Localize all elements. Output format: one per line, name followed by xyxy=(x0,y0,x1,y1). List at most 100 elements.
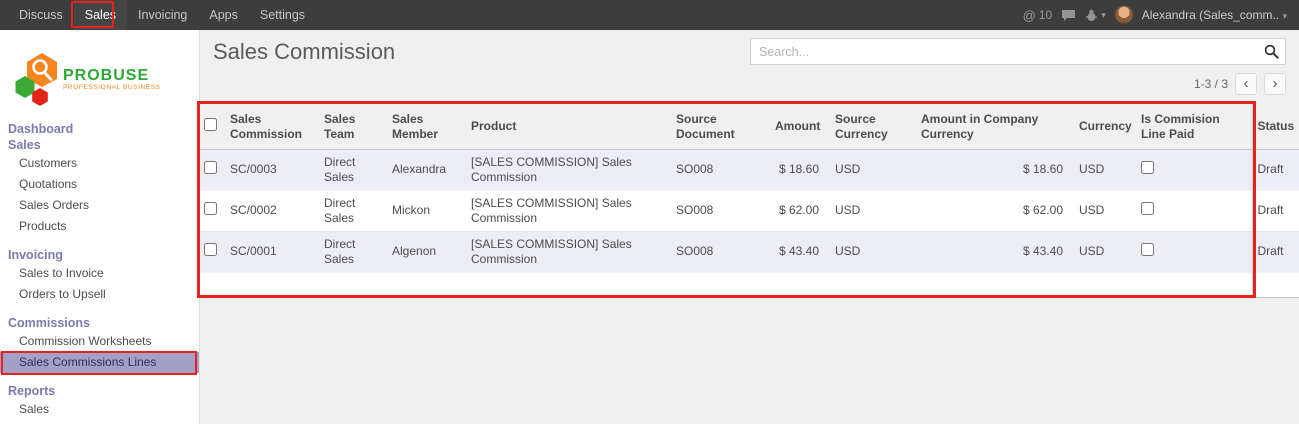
column-header-product[interactable]: Product xyxy=(463,105,668,149)
row-checkbox[interactable] xyxy=(204,161,217,174)
table-header-row: Sales Commission Sales Team Sales Member… xyxy=(200,105,1299,149)
cell-source-document: SO008 xyxy=(668,190,767,231)
column-header-sales-member[interactable]: Sales Member xyxy=(384,105,463,149)
activities-button[interactable]: ▾ xyxy=(1085,9,1106,22)
menu-invoicing[interactable]: Invoicing xyxy=(127,0,198,30)
search-input[interactable] xyxy=(751,45,1257,59)
sidebar-item-sales-orders[interactable]: Sales Orders xyxy=(0,195,199,216)
table-row[interactable]: SC/0001 Direct Sales Algenon [SALES COMM… xyxy=(200,231,1299,272)
column-header-source-currency[interactable]: Source Currency xyxy=(827,105,913,149)
user-name: Alexandra (Sales_comm.. xyxy=(1142,8,1279,22)
cell-status: Draft xyxy=(1252,149,1299,190)
is-paid-checkbox[interactable] xyxy=(1141,243,1154,256)
cell-currency: USD xyxy=(1071,149,1133,190)
cell-company-amount: $ 18.60 xyxy=(913,149,1071,190)
search-bar xyxy=(750,38,1286,65)
search-icon[interactable] xyxy=(1257,44,1285,59)
sidebar-item-products[interactable]: Products xyxy=(0,216,199,237)
menu-sales[interactable]: Sales xyxy=(74,0,127,30)
menu-discuss[interactable]: Discuss xyxy=(8,0,74,30)
cell-currency: USD xyxy=(1071,190,1133,231)
cell-amount: $ 18.60 xyxy=(767,149,827,190)
pager-previous-button[interactable]: ‹ xyxy=(1235,73,1257,95)
mention-count: 10 xyxy=(1039,8,1052,22)
sidebar-heading-invoicing[interactable]: Invoicing xyxy=(0,247,199,263)
cell-amount: $ 43.40 xyxy=(767,231,827,272)
cell-status: Draft xyxy=(1252,190,1299,231)
column-header-amount[interactable]: Amount xyxy=(767,105,827,149)
column-header-amount-company-currency[interactable]: Amount in Company Currency xyxy=(913,105,1071,149)
main-menu: Discuss Sales Invoicing Apps Settings xyxy=(8,0,316,30)
column-header-status[interactable]: Status xyxy=(1252,105,1299,149)
control-panel: Sales Commission 1-3 / 3 ‹ › xyxy=(200,30,1299,105)
cell-sales-commission: SC/0002 xyxy=(222,190,316,231)
pager: 1-3 / 3 ‹ › xyxy=(1194,73,1286,95)
sidebar-item-sales-to-invoice[interactable]: Sales to Invoice xyxy=(0,263,199,284)
sidebar-item-sales-commissions-lines[interactable]: Sales Commissions Lines xyxy=(0,352,199,373)
cell-sales-commission: SC/0003 xyxy=(222,149,316,190)
cell-sales-commission: SC/0001 xyxy=(222,231,316,272)
cell-company-amount: $ 43.40 xyxy=(913,231,1071,272)
mentions-button[interactable]: @ 10 xyxy=(1023,8,1053,23)
cell-product: [SALES COMMISSION] Sales Commission xyxy=(463,231,668,272)
sidebar-item-reports-sales[interactable]: Sales xyxy=(0,399,199,420)
sidebar-heading-sales[interactable]: Sales xyxy=(0,137,199,153)
column-header-source-document[interactable]: Source Document xyxy=(668,105,767,149)
main-content: Sales Commission 1-3 / 3 ‹ › xyxy=(200,30,1299,424)
cell-sales-member: Algenon xyxy=(384,231,463,272)
column-header-sales-team[interactable]: Sales Team xyxy=(316,105,384,149)
cell-product: [SALES COMMISSION] Sales Commission xyxy=(463,190,668,231)
sidebar-item-customers[interactable]: Customers xyxy=(0,153,199,174)
at-icon: @ xyxy=(1023,8,1036,23)
chevron-down-icon: ▾ xyxy=(1101,10,1106,21)
menu-apps[interactable]: Apps xyxy=(198,0,249,30)
table-row[interactable]: SC/0002 Direct Sales Mickon [SALES COMMI… xyxy=(200,190,1299,231)
chat-bubble-icon xyxy=(1061,9,1076,22)
is-paid-checkbox[interactable] xyxy=(1141,161,1154,174)
cell-sales-team: Direct Sales xyxy=(316,231,384,272)
cell-sales-member: Alexandra xyxy=(384,149,463,190)
probuse-logo-icon xyxy=(12,51,58,107)
is-paid-checkbox[interactable] xyxy=(1141,202,1154,215)
cell-source-currency: USD xyxy=(827,190,913,231)
activity-icon xyxy=(1085,9,1098,22)
brand-text: PROBUSE PROFESSIONAL BUSINESS xyxy=(63,67,161,91)
commission-lines-table: Sales Commission Sales Team Sales Member… xyxy=(200,105,1299,298)
sidebar-item-quotations[interactable]: Quotations xyxy=(0,174,199,195)
cell-sales-member: Mickon xyxy=(384,190,463,231)
user-avatar[interactable] xyxy=(1115,6,1133,24)
empty-row xyxy=(200,272,1299,297)
cell-source-currency: USD xyxy=(827,149,913,190)
sidebar-nav: Dashboard Sales Customers Quotations Sal… xyxy=(0,121,199,420)
cell-company-amount: $ 62.00 xyxy=(913,190,1071,231)
cell-currency: USD xyxy=(1071,231,1133,272)
sidebar-heading-commissions[interactable]: Commissions xyxy=(0,315,199,331)
brand-name: PROBUSE xyxy=(63,67,161,84)
column-header-currency[interactable]: Currency xyxy=(1071,105,1133,149)
list-view: Sales Commission Sales Team Sales Member… xyxy=(200,105,1299,298)
select-all-checkbox[interactable] xyxy=(204,118,217,131)
column-header-is-commission-line-paid[interactable]: Is Commision Line Paid xyxy=(1133,105,1252,149)
sidebar-heading-dashboard[interactable]: Dashboard xyxy=(0,121,199,137)
cell-status: Draft xyxy=(1252,231,1299,272)
column-header-sales-commission[interactable]: Sales Commission xyxy=(222,105,316,149)
cell-amount: $ 62.00 xyxy=(767,190,827,231)
messages-button[interactable] xyxy=(1061,9,1076,22)
row-checkbox[interactable] xyxy=(204,243,217,256)
cell-product: [SALES COMMISSION] Sales Commission xyxy=(463,149,668,190)
cell-source-document: SO008 xyxy=(668,149,767,190)
cell-sales-team: Direct Sales xyxy=(316,190,384,231)
user-menu[interactable]: Alexandra (Sales_comm.. ▾ xyxy=(1142,8,1287,22)
sidebar-heading-reports[interactable]: Reports xyxy=(0,383,199,399)
row-checkbox[interactable] xyxy=(204,202,217,215)
table-row[interactable]: SC/0003 Direct Sales Alexandra [SALES CO… xyxy=(200,149,1299,190)
sidebar-item-orders-to-upsell[interactable]: Orders to Upsell xyxy=(0,284,199,305)
brand-tagline: PROFESSIONAL BUSINESS xyxy=(63,84,161,91)
top-navbar: Discuss Sales Invoicing Apps Settings @ … xyxy=(0,0,1299,30)
company-logo[interactable]: PROBUSE PROFESSIONAL BUSINESS xyxy=(0,30,199,115)
cell-source-document: SO008 xyxy=(668,231,767,272)
pager-next-button[interactable]: › xyxy=(1264,73,1286,95)
menu-settings[interactable]: Settings xyxy=(249,0,316,30)
sidebar-item-commission-worksheets[interactable]: Commission Worksheets xyxy=(0,331,199,352)
topbar-right-cluster: @ 10 ▾ Alexandra (Sales_comm.. ▾ xyxy=(1023,6,1299,24)
